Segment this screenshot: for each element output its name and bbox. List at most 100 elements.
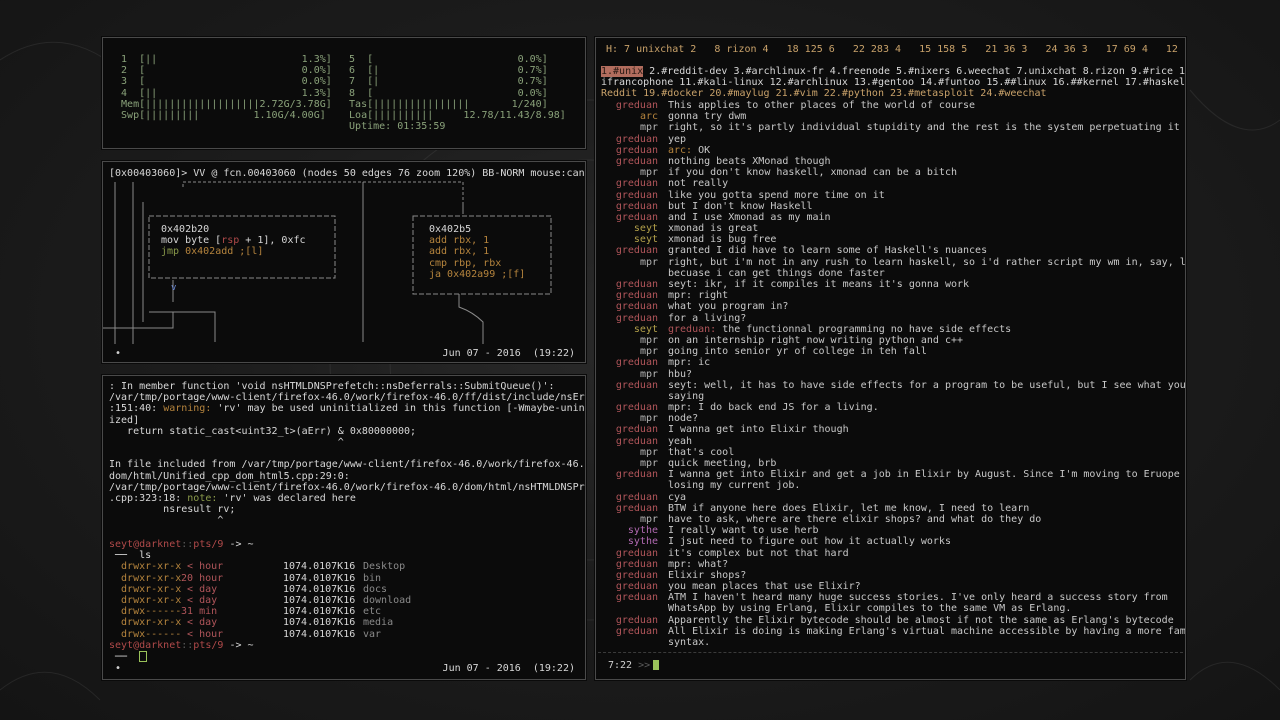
- irc-nick[interactable]: greduan: [606, 424, 658, 435]
- channel-list-line-3[interactable]: Reddit 19.#docker 20.#maylug 21.#vim 22.…: [601, 88, 1181, 99]
- shell-session[interactable]: seyt@darknet::pts/9 -> ~ ── ls drwxr-xr-…: [109, 539, 411, 662]
- irc-nick[interactable]: greduan: [606, 570, 658, 581]
- r2-node-2[interactable]: 0x402b5 add rbx, 1 add rbx, 1 cmp rbp, r…: [429, 224, 525, 280]
- irc-nick[interactable]: greduan: [606, 357, 658, 368]
- irc-nick[interactable]: mpr: [606, 458, 658, 469]
- shell-input[interactable]: ──: [109, 650, 411, 662]
- irc-nick[interactable]: greduan: [606, 626, 658, 637]
- irc-nick[interactable]: greduan: [606, 436, 658, 447]
- irc-nick[interactable]: mpr: [606, 257, 658, 268]
- weechat-window[interactable]: H: 7 unixchat 2 8 rizon 4 18 125 6 22 28…: [595, 37, 1186, 680]
- channel-list-line-1[interactable]: 1.#unix 2.#reddit-dev 3.#archlinux-fr 4.…: [601, 66, 1185, 77]
- irc-text-continuation: syntax.: [668, 637, 711, 648]
- irc-highlight: arc:: [668, 144, 693, 156]
- irc-nick[interactable]: greduan: [606, 156, 658, 167]
- irc-text: if you don't know haskell, xmonad can be…: [668, 167, 957, 179]
- ls-age: < hour: [175, 628, 224, 640]
- channel-tab[interactable]: 10.#kal: [1173, 66, 1185, 77]
- term-status-dot: •: [115, 663, 122, 674]
- terminal-window[interactable]: : In member function 'void nsHTMLDNSPref…: [102, 375, 586, 680]
- channel-tab[interactable]: 7.unixchat: [1010, 66, 1076, 77]
- irc-nick[interactable]: greduan: [606, 301, 658, 312]
- ls-perm: drwxr-xr-x: [109, 572, 182, 584]
- irc-nick[interactable]: mpr: [606, 514, 658, 525]
- channel-list-line-2[interactable]: ifrancophone 11.#kali-linux 12.#archlinu…: [601, 77, 1185, 88]
- channel-tab[interactable]: 3.#archlinux-fr: [727, 66, 823, 77]
- irc-message: greduan mpr: right: [606, 290, 1185, 301]
- irc-nick[interactable]: mpr: [606, 167, 658, 178]
- irc-nick[interactable]: greduan: [606, 100, 658, 111]
- irc-message: greduan This applies to other places of t…: [606, 100, 1185, 111]
- channel-tab[interactable]: 9.#rice: [1125, 66, 1173, 77]
- channel-tab[interactable]: 5.#nixers: [890, 66, 950, 77]
- htop-meter-left: Mem[|||||||||||||||||||2.72G/3.78G]: [109, 98, 332, 110]
- channel-tab[interactable]: 4.freenode: [824, 66, 890, 77]
- irc-nick[interactable]: greduan: [606, 245, 658, 256]
- channel-tab[interactable]: 8.rizon: [1077, 66, 1125, 77]
- irc-nick[interactable]: greduan: [606, 134, 658, 145]
- ls-entry: drwxr-xr-x < hour 1074.0107K16 Desktop: [109, 561, 411, 572]
- irc-nick[interactable]: greduan: [606, 492, 658, 503]
- irc-nick[interactable]: greduan: [606, 212, 658, 223]
- htop-window[interactable]: 1 [|| 1.3%] 5 [ 0.0%] 2 [ 0.0%] 6 [| 0.7…: [102, 37, 586, 149]
- irc-channel-bar[interactable]: 1.#unix 2.#reddit-dev 3.#archlinux-fr 4.…: [601, 66, 1185, 100]
- irc-message: greduan mpr: I do back end JS for a livin…: [606, 402, 1185, 413]
- irc-nick[interactable]: greduan: [606, 290, 658, 301]
- note-label: note:: [187, 492, 218, 504]
- htop-meter-left: 4 [|| 1.3%]: [109, 87, 332, 99]
- irc-text: what you program in?: [668, 301, 789, 313]
- irc-nick[interactable]: mpr: [606, 335, 658, 346]
- irc-nick[interactable]: mpr: [606, 369, 658, 380]
- ls-name: Desktop: [363, 561, 406, 573]
- irc-message: mpr if you don't know haskell, xmonad can…: [606, 167, 1185, 179]
- irc-message: mpr on an internship right now writing py…: [606, 335, 1185, 346]
- irc-message: greduan it's complex but not that hard: [606, 548, 1185, 559]
- irc-nick[interactable]: seyt: [606, 324, 658, 335]
- irc-nick[interactable]: greduan: [606, 592, 658, 603]
- radare2-window[interactable]: [0x00403060]> VV @ fcn.00403060 (nodes 5…: [102, 161, 586, 363]
- irc-nick[interactable]: greduan: [606, 313, 658, 324]
- irc-nick[interactable]: greduan: [606, 279, 658, 290]
- irc-message: greduan ATM I haven't heard many huge suc…: [606, 592, 1185, 603]
- irc-nick[interactable]: sythe: [606, 536, 658, 547]
- irc-nick[interactable]: mpr: [606, 447, 658, 458]
- ls-name: download: [363, 594, 412, 606]
- irc-nick[interactable]: greduan: [606, 190, 658, 201]
- compiler-output-line: /var/tmp/portage/www-client/firefox-46.0…: [109, 481, 586, 493]
- irc-nick[interactable]: greduan: [606, 503, 658, 514]
- irc-nick[interactable]: greduan: [606, 145, 658, 156]
- channel-tab[interactable]: 2.#reddit-dev: [643, 66, 727, 77]
- compiler-output-line: ^: [109, 436, 344, 448]
- irc-nick[interactable]: greduan: [606, 548, 658, 559]
- irc-text: like you gotta spend more time on it: [668, 189, 885, 201]
- r2-node-1[interactable]: 0x402b20 mov byte [rsp + 1], 0xfc jmp 0x…: [161, 224, 306, 258]
- irc-nick[interactable]: greduan: [606, 178, 658, 189]
- irc-nick[interactable]: mpr: [606, 122, 658, 133]
- irc-nick[interactable]: greduan: [606, 469, 658, 480]
- irc-nick[interactable]: greduan: [606, 581, 658, 592]
- irc-nick[interactable]: greduan: [606, 380, 658, 391]
- irc-input-line[interactable]: 7:22 >>: [608, 659, 660, 671]
- htop-meter-left: Swp[||||||||| 1.10G/4.00G]: [109, 109, 326, 121]
- htop-meter-right: 6 [| 0.7%]: [337, 65, 548, 77]
- irc-message: greduan and I use Xmonad as my main: [606, 212, 1185, 223]
- channel-tab[interactable]: 6.weechat: [950, 66, 1010, 77]
- warning-label: warning:: [163, 403, 212, 415]
- irc-text: going into senior yr of college in teh f…: [668, 346, 927, 358]
- irc-nick[interactable]: greduan: [606, 402, 658, 413]
- irc-message: greduan granted I did have to learn some …: [606, 245, 1185, 256]
- irc-nick[interactable]: mpr: [606, 413, 658, 424]
- irc-text: node?: [668, 413, 699, 425]
- irc-nick[interactable]: greduan: [606, 559, 658, 570]
- irc-nick[interactable]: greduan: [606, 201, 658, 212]
- irc-nick[interactable]: sythe: [606, 525, 658, 536]
- irc-nick[interactable]: greduan: [606, 615, 658, 626]
- channel-tab[interactable]: 1.#unix: [601, 66, 644, 77]
- htop-meter-left: 3 [ 0.0%]: [109, 76, 332, 88]
- irc-nick[interactable]: seyt: [606, 234, 658, 245]
- irc-nick[interactable]: arc: [606, 111, 658, 122]
- irc-nick[interactable]: seyt: [606, 223, 658, 234]
- irc-nick[interactable]: mpr: [606, 346, 658, 357]
- htop-meter-right: 7 [| 0.7%]: [337, 76, 548, 88]
